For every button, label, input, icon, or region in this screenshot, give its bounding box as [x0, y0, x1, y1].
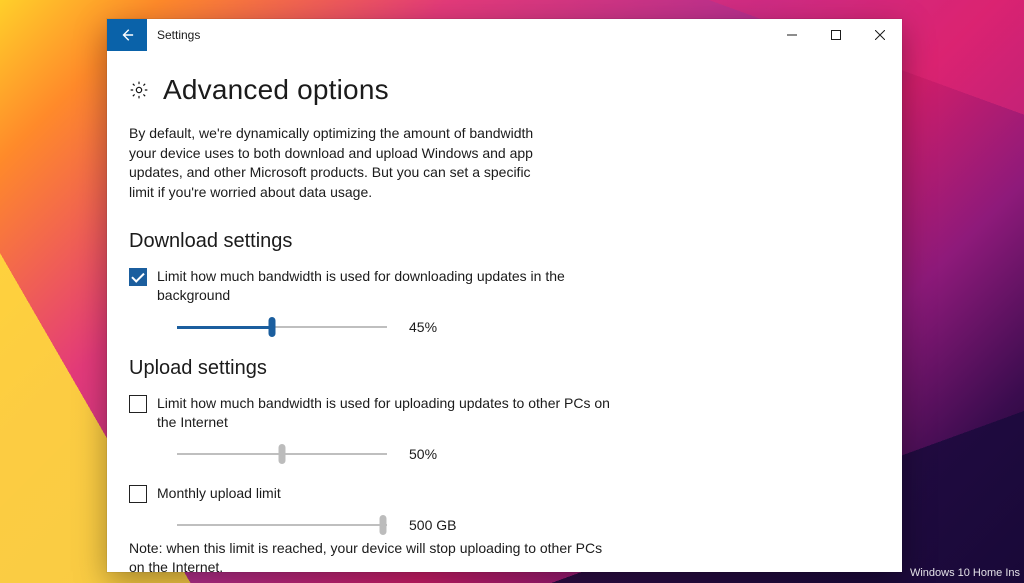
window-controls — [770, 19, 902, 51]
page-title: Advanced options — [163, 74, 389, 106]
close-button[interactable] — [858, 19, 902, 51]
monthly-slider-value: 500 GB — [409, 517, 456, 533]
settings-content: Advanced options By default, we're dynam… — [107, 51, 902, 572]
download-limit-label: Limit how much bandwidth is used for dow… — [157, 267, 617, 305]
download-limit-row: Limit how much bandwidth is used for dow… — [129, 267, 880, 305]
monthly-limit-label: Monthly upload limit — [157, 484, 281, 503]
upload-heading: Upload settings — [129, 357, 880, 380]
download-slider-row: 45% — [177, 319, 880, 335]
monthly-slider-row: 500 GB — [177, 517, 880, 533]
download-bandwidth-slider[interactable] — [177, 319, 387, 335]
settings-window: Settings — [107, 19, 902, 572]
window-titlebar: Settings — [107, 19, 902, 51]
upload-limit-checkbox[interactable] — [129, 395, 147, 413]
monthly-upload-slider[interactable] — [177, 517, 387, 533]
arrow-left-icon — [120, 28, 134, 42]
upload-bandwidth-slider[interactable] — [177, 446, 387, 462]
desktop-wallpaper: Settings — [0, 0, 1024, 583]
desktop-watermark: Windows 10 Home Ins — [910, 567, 1020, 579]
window-title: Settings — [147, 19, 200, 51]
monthly-limit-row: Monthly upload limit — [129, 484, 880, 503]
monthly-note: Note: when this limit is reached, your d… — [129, 539, 609, 572]
download-slider-value: 45% — [409, 319, 437, 335]
page-header: Advanced options — [129, 74, 880, 106]
monthly-limit-checkbox[interactable] — [129, 485, 147, 503]
maximize-button[interactable] — [814, 19, 858, 51]
intro-text: By default, we're dynamically optimizing… — [129, 124, 559, 202]
back-button[interactable] — [107, 19, 147, 51]
upload-slider-value: 50% — [409, 446, 437, 462]
upload-limit-label: Limit how much bandwidth is used for upl… — [157, 394, 617, 432]
upload-limit-row: Limit how much bandwidth is used for upl… — [129, 394, 880, 432]
download-limit-checkbox[interactable] — [129, 268, 147, 286]
download-heading: Download settings — [129, 230, 880, 253]
minimize-button[interactable] — [770, 19, 814, 51]
upload-slider-row: 50% — [177, 446, 880, 462]
gear-icon — [129, 80, 149, 100]
